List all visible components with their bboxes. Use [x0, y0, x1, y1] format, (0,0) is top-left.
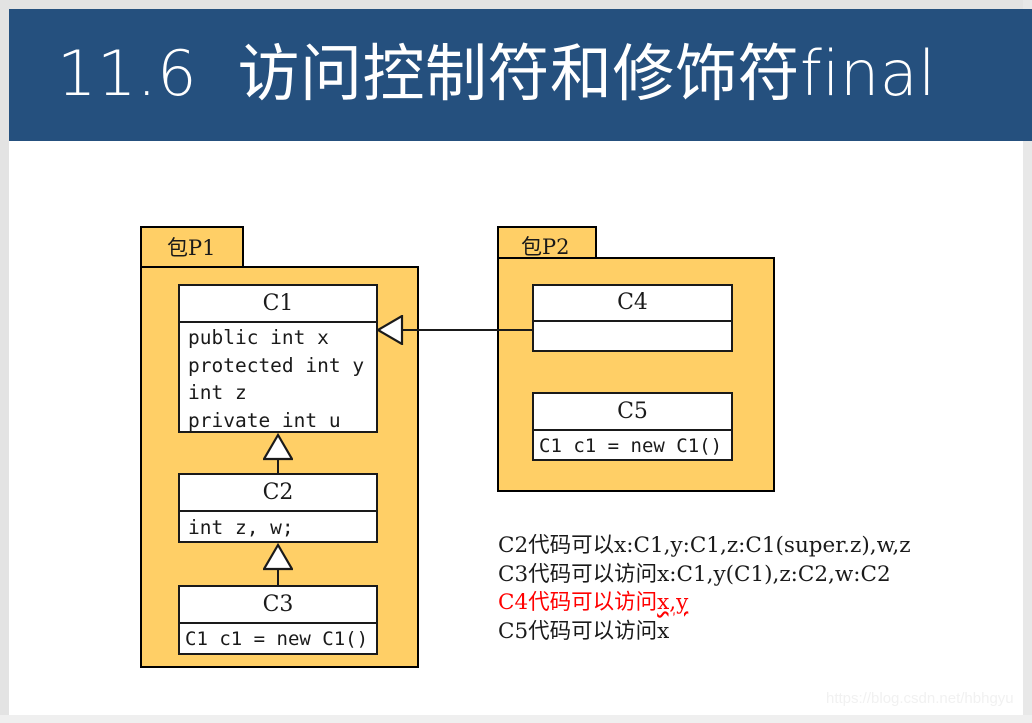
class-box-c3[interactable]: C3 C1 c1 = new C1() — [178, 585, 378, 655]
class-c4-members — [534, 322, 731, 352]
class-c5-name: C5 — [617, 399, 648, 424]
note-line-c4-squiggle: x,y — [657, 590, 689, 615]
generalization-c3-c2-arrowhead — [263, 543, 293, 571]
access-notes: C2代码可以x:C1,y:C1,z:C1(super.z),w,z C3代码可以… — [498, 532, 968, 646]
class-c1-name: C1 — [262, 291, 294, 316]
class-c3-name: C3 — [262, 592, 294, 617]
note-line-c2: C2代码可以x:C1,y:C1,z:C1(super.z),w,z — [498, 533, 911, 558]
note-line-c5: C5代码可以访问x — [498, 618, 670, 644]
class-box-c1[interactable]: C1 public int x protected int y int z pr… — [178, 284, 378, 433]
class-c3-members: C1 c1 = new C1() — [185, 628, 369, 650]
package-p1-label: 包P1 — [167, 236, 216, 260]
class-c2-name: C2 — [262, 480, 294, 505]
note-line-c3: C3代码可以访问x:C1,y(C1),z:C2,w:C2 — [498, 561, 891, 587]
class-box-c5[interactable]: C5 C1 c1 = new C1() — [532, 392, 733, 461]
class-c2-members: int z, w; — [188, 516, 294, 539]
note-line-c4: C4代码可以访问x,y — [498, 589, 968, 618]
page-gutter-top — [0, 0, 1032, 9]
generalization-c4-c1-arrowhead — [376, 315, 404, 345]
slide-title: 11.6 访问控制符和修饰符final — [57, 37, 937, 110]
slide: 11.6 访问控制符和修饰符final 包P1 包P2 C1 public in… — [0, 0, 1032, 723]
csdn-watermark: https://blog.csdn.net/hbhgyu — [826, 690, 1014, 707]
generalization-c4-c1-line — [400, 329, 533, 331]
slide-title-banner: 11.6 访问控制符和修饰符final — [9, 9, 1032, 141]
class-box-c4[interactable]: C4 — [532, 284, 733, 352]
class-c4-name: C4 — [617, 290, 648, 315]
note-line-c4-text: C4代码可以访问 — [498, 590, 658, 615]
class-c1-members: public int x protected int y int z priva… — [188, 326, 365, 432]
package-p2-label: 包P2 — [521, 235, 570, 259]
generalization-c2-c1-arrowhead — [263, 433, 293, 461]
class-box-c2[interactable]: C2 int z, w; — [178, 473, 378, 543]
class-c5-members: C1 c1 = new C1() — [539, 435, 723, 457]
